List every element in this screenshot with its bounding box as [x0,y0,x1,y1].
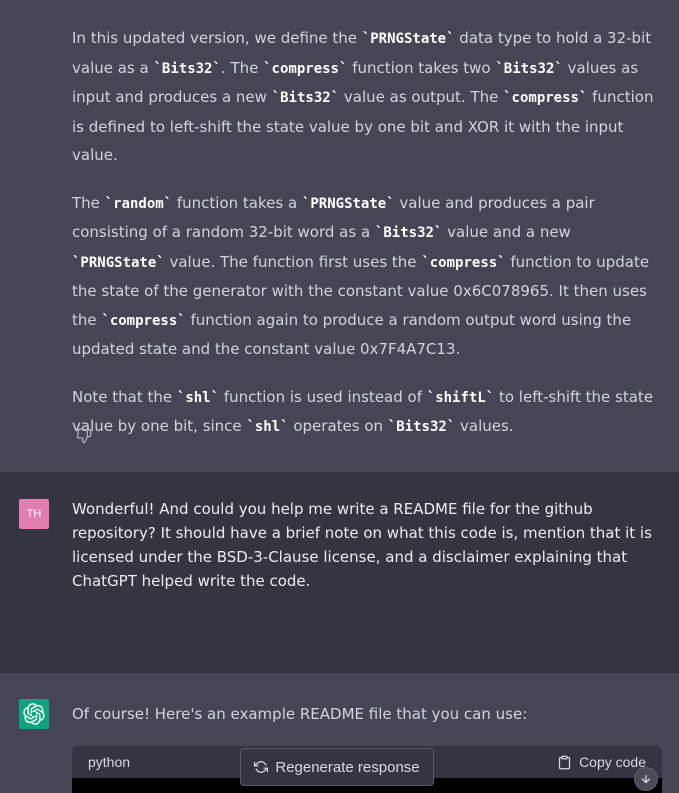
inline-code: `random` [104,195,173,212]
text-run: . The [220,58,264,77]
text-run: function takes a [172,193,302,212]
user-avatar-initials: TH [26,508,42,520]
text-run: value as output. The [339,88,504,106]
clipboard-icon [558,755,571,769]
inline-code: `Bits32` [374,225,443,241]
thumbs-down-button[interactable] [74,426,94,446]
copy-code-label: Copy code [579,754,646,770]
inline-code: `compress` [421,254,506,271]
thumbs-down-icon [76,428,92,444]
text-run: The [72,193,105,212]
assistant-message-text: In this updated version, we define the `… [72,24,664,442]
text-run: value and a new [442,223,571,241]
inline-code: `PRNGState` [301,195,395,212]
openai-logo-icon [23,703,45,725]
message-paragraph: The `random` function takes a `PRNGState… [72,189,664,364]
message-paragraph: Note that the `shl` function is used ins… [72,383,664,442]
regenerate-response-label: Regenerate response [275,758,420,776]
inline-code: `Bits32` [387,419,456,435]
message-paragraph: In this updated version, we define the `… [72,24,664,170]
copy-code-button[interactable]: Copy code [557,754,646,770]
chat-page: In this updated version, we define the `… [0,0,679,793]
assistant-reply-text: Of course! Here's an example README file… [72,705,528,723]
inline-code: `shiftL` [426,389,495,406]
regenerate-response-button[interactable]: Regenerate response [240,748,434,786]
inline-code: `compress` [263,60,348,77]
user-avatar: TH [19,499,49,529]
text-run: values. [455,417,514,435]
assistant-message: In this updated version, we define the `… [0,0,679,472]
text-run: Note that the [72,387,177,406]
inline-code: `Bits32` [495,60,563,77]
text-run: operates on [288,417,388,435]
assistant-avatar [19,699,49,729]
inline-code: `shl` [176,389,220,406]
inline-code: `PRNGState` [361,31,455,47]
user-message-text: Wonderful! And could you help me write a… [72,500,652,590]
inline-code: `Bits32` [153,60,221,77]
refresh-icon [254,761,269,773]
inline-code: `Bits32` [271,90,340,106]
inline-code: `compress` [101,312,186,329]
text-run: value. The function first uses the [164,252,422,271]
text-run: In this updated version, we define the [72,29,362,47]
text-run: function is used instead of [219,387,427,406]
scroll-to-bottom-button[interactable] [634,767,658,791]
inline-code: `PRNGState` [72,254,165,271]
arrow-down-icon [641,774,651,784]
code-language-label: python [88,754,131,770]
inline-code: `shl` [246,419,289,435]
text-run: function takes two [347,58,496,77]
inline-code: `compress` [503,90,588,106]
